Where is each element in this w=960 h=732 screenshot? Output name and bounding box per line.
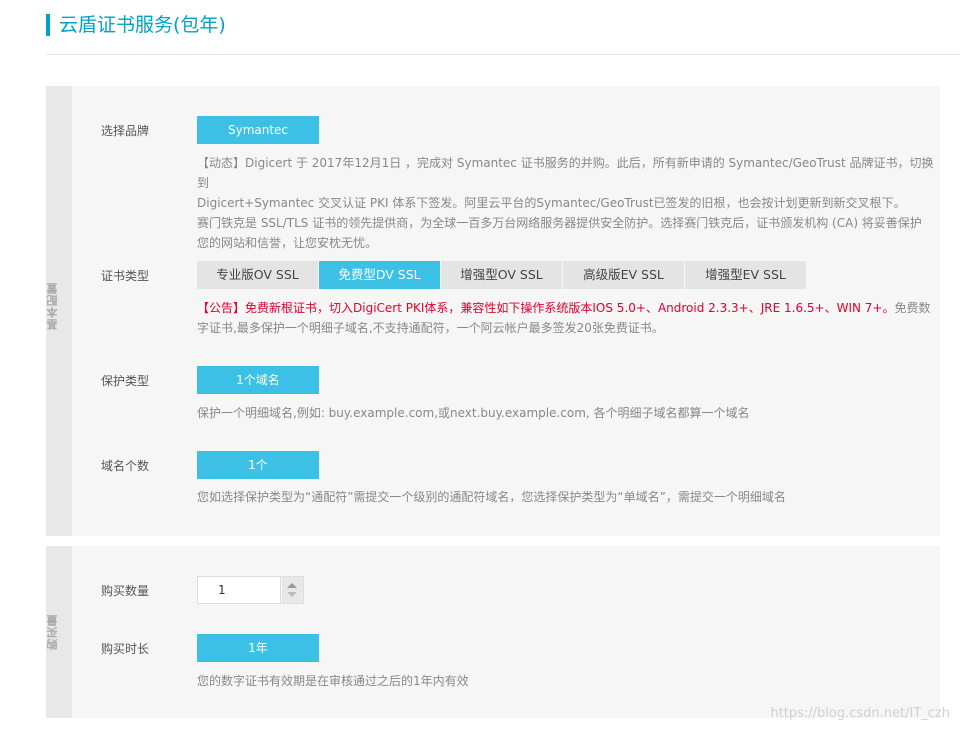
protect-type-one-domain-button[interactable]: 1个域名 — [197, 366, 319, 394]
cert-type-tabs: 专业版OV SSL 免费型DV SSL 增强型OV SSL 高级版EV SSL … — [197, 261, 806, 289]
page-title: 云盾证书服务(包年) — [59, 14, 226, 36]
arrow-down-icon[interactable] — [287, 592, 297, 597]
quantity-input[interactable]: 1 — [197, 576, 281, 604]
brand-description: 【动态】Digicert 于 2017年12月1日 ，完成对 Symantec … — [197, 153, 937, 253]
basic-config-section: 基本配置 选择品牌 Symantec 【动态】Digicert 于 2017年1… — [46, 86, 940, 536]
protect-type-description: 保护一个明细域名,例如: buy.example.com,或next.buy.e… — [197, 406, 750, 420]
section-side-label: 基本配置 — [46, 282, 59, 330]
cert-type-notice: 【公告】免费新根证书，切入DigiCert PKI体系，兼容性如下操作系统版本I… — [197, 298, 937, 338]
section-side-bar: 购买量 — [46, 546, 72, 718]
purchase-section: 购买量 购买数量 1 购买时长 1年 您的数字证书有效期是在审核通过之后的1年内… — [46, 546, 940, 718]
title-accent-bar — [46, 14, 50, 36]
brand-desc-line: 赛门铁克是 SSL/TLS 证书的领先提供商，为全球一百多万台网络服务器提供安全… — [197, 216, 922, 230]
quantity-stepper[interactable] — [282, 576, 304, 604]
tab-free-dv-ssl[interactable]: 免费型DV SSL — [319, 261, 440, 289]
duration-label: 购买时长 — [101, 642, 150, 656]
domain-count-button[interactable]: 1个 — [197, 451, 319, 479]
cert-type-label: 证书类型 — [101, 269, 150, 283]
duration-description: 您的数字证书有效期是在审核通过之后的1年内有效 — [197, 674, 469, 688]
arrow-up-icon[interactable] — [287, 583, 297, 588]
quantity-label: 购买数量 — [101, 584, 150, 598]
section-side-label: 购买量 — [46, 614, 59, 650]
brand-symantec-button[interactable]: Symantec — [197, 116, 319, 144]
section-side-bar: 基本配置 — [46, 86, 72, 536]
duration-one-year-button[interactable]: 1年 — [197, 634, 319, 662]
brand-desc-line: 【动态】Digicert 于 2017年12月1日 ，完成对 Symantec … — [197, 156, 934, 190]
brand-label: 选择品牌 — [101, 124, 150, 138]
protect-type-label: 保护类型 — [101, 374, 150, 388]
page-header: 云盾证书服务(包年) — [46, 10, 960, 55]
tab-pro-ov-ssl[interactable]: 专业版OV SSL — [197, 261, 318, 289]
tab-enhanced-ov-ssl[interactable]: 增强型OV SSL — [441, 261, 562, 289]
tab-advanced-ev-ssl[interactable]: 高级版EV SSL — [563, 261, 684, 289]
tab-enhanced-ev-ssl[interactable]: 增强型EV SSL — [685, 261, 806, 289]
brand-desc-line: 您的网站和信誉，让您安枕无忧。 — [197, 236, 378, 250]
notice-red-text: 【公告】免费新根证书，切入DigiCert PKI体系，兼容性如下操作系统版本I… — [197, 301, 895, 315]
watermark: https://blog.csdn.net/IT_czh — [770, 706, 950, 721]
domain-count-label: 域名个数 — [101, 459, 150, 473]
brand-desc-line: Digicert+Symantec 交叉认证 PKI 体系下签发。阿里云平台的S… — [197, 196, 906, 210]
domain-count-description: 您如选择保护类型为“通配符”需提交一个级别的通配符域名，您选择保护类型为“单域名… — [197, 490, 786, 504]
